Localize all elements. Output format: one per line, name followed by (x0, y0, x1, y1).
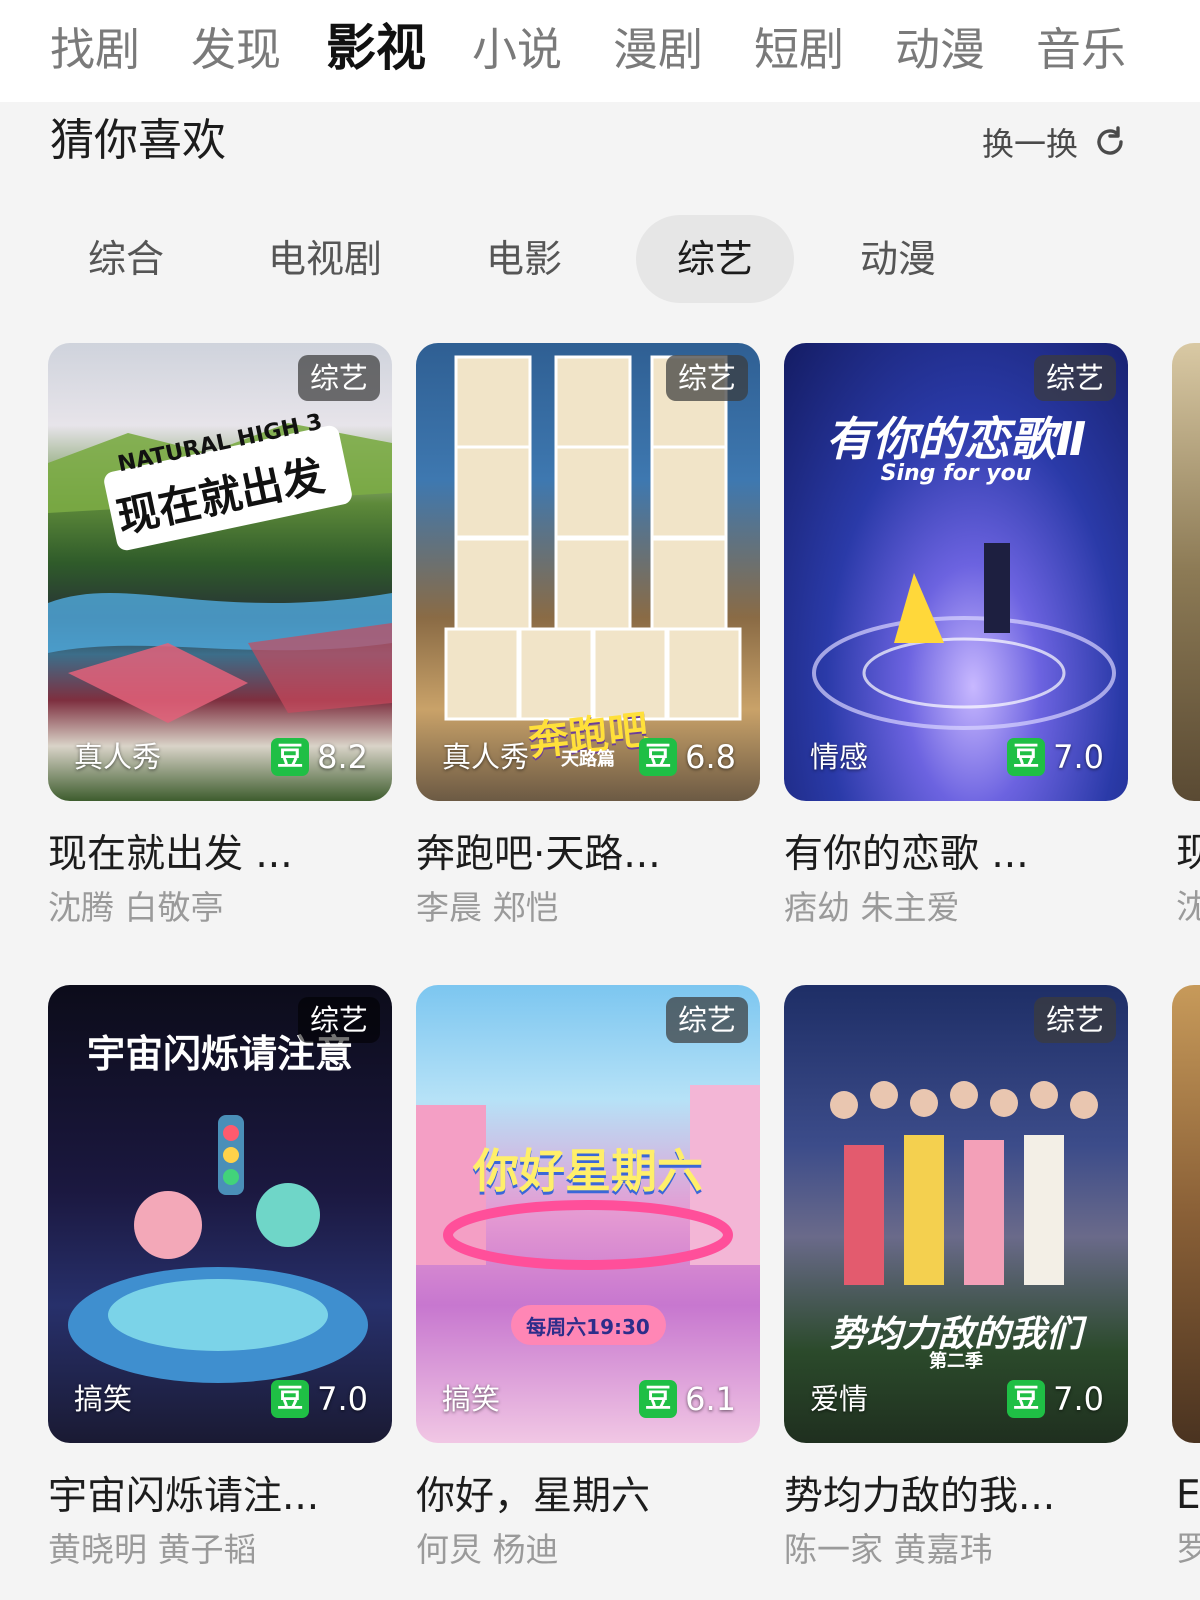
show-title: 奔跑吧·天路... (416, 832, 661, 877)
score-value: 7.0 (1053, 738, 1104, 776)
show-cast: 陈一家 黄嘉玮 (784, 1530, 993, 1569)
score-value: 6.1 (685, 1380, 736, 1418)
next-card-peek[interactable] (1172, 343, 1200, 801)
genre-label: 搞笑 (74, 1382, 133, 1416)
tab-movies-tv[interactable]: 影视 (326, 18, 426, 78)
score-value: 7.0 (1053, 1380, 1104, 1418)
category-all[interactable]: 综合 (66, 215, 186, 303)
category-tag: 综艺 (1033, 997, 1116, 1043)
tab-novels[interactable]: 小说 (472, 20, 562, 80)
show-card[interactable]: 有你的恋歌Ⅱ Sing for you 综艺 情感 豆 7.0 有你的恋歌 ..… (784, 343, 1128, 931)
poster-subtitle: Sing for you (880, 461, 1032, 486)
show-card[interactable]: 奔跑吧 天路篇 综艺 真人秀 豆 6.8 奔跑吧·天路... 李晨 郑恺 (416, 343, 760, 931)
show-cast: 沈腾 白敬亭 (48, 888, 224, 927)
category-tag: 综艺 (297, 997, 380, 1043)
tab-anime[interactable]: 动漫 (895, 20, 985, 80)
douban-score: 豆 6.8 (639, 737, 736, 777)
refresh-icon (1092, 124, 1128, 160)
poster-artwork (830, 1081, 1098, 1285)
douban-icon: 豆 (1007, 738, 1046, 776)
poster-subtitle: 第二季 (929, 1351, 983, 1372)
poster-image: 你好星期六 每周六19:30 综艺 搞笑 豆 6.1 (416, 985, 760, 1443)
genre-label: 爱情 (810, 1382, 869, 1416)
poster-title: 有你的恋歌Ⅱ (825, 412, 1087, 466)
genre-label: 真人秀 (442, 740, 530, 774)
show-cast: 痞幼 朱主爱 (784, 888, 960, 927)
category-anime[interactable]: 动漫 (838, 215, 958, 303)
poster-image: 现在就出发 NATURAL HIGH 3 综艺 真人秀 豆 8.2 (48, 343, 392, 801)
show-card[interactable]: 现在就出发 NATURAL HIGH 3 综艺 真人秀 豆 8.2 现在就出发 … (48, 343, 392, 931)
score-value: 6.8 (685, 738, 736, 776)
poster-title: 你好星期六 (473, 1144, 703, 1198)
poster-image: 奔跑吧 天路篇 综艺 真人秀 豆 6.8 (416, 343, 760, 801)
douban-icon: 豆 (639, 1380, 678, 1418)
poster-artwork (416, 1085, 760, 1345)
peek-title: E (1176, 1473, 1200, 1518)
poster-subtitle: 每周六19:30 (526, 1315, 650, 1339)
category-tag: 综艺 (297, 355, 380, 401)
section-title: 猜你喜欢 (50, 115, 226, 166)
tab-music[interactable]: 音乐 (1036, 20, 1126, 80)
douban-score: 豆 7.0 (1007, 1379, 1104, 1419)
tab-comic-drama[interactable]: 漫剧 (613, 20, 703, 80)
show-title: 宇宙闪烁请注... (48, 1474, 320, 1519)
show-card[interactable]: 你好星期六 每周六19:30 综艺 搞笑 豆 6.1 你好，星期六 何炅 杨迪 (416, 985, 760, 1573)
score-value: 8.2 (317, 738, 368, 776)
douban-score: 豆 7.0 (1007, 737, 1104, 777)
douban-icon: 豆 (1007, 1380, 1046, 1418)
poster-image: 有你的恋歌Ⅱ Sing for you 综艺 情感 豆 7.0 (784, 343, 1128, 801)
douban-score: 豆 7.0 (271, 1379, 368, 1419)
douban-icon: 豆 (639, 738, 678, 776)
peek-cast: 沈 (1176, 887, 1200, 926)
next-card-peek[interactable] (1172, 985, 1200, 1443)
tab-find-drama[interactable]: 找剧 (50, 20, 140, 80)
show-title: 势均力敌的我... (784, 1474, 1056, 1519)
category-tv-series[interactable]: 电视剧 (250, 215, 400, 303)
genre-label: 搞笑 (442, 1382, 501, 1416)
category-tag: 综艺 (665, 355, 748, 401)
douban-score: 豆 8.2 (271, 737, 368, 777)
category-variety[interactable]: 综艺 (636, 215, 794, 303)
category-tag: 综艺 (1033, 355, 1116, 401)
refresh-button[interactable]: 换一换 (982, 120, 1128, 164)
tab-discover[interactable]: 发现 (191, 20, 281, 80)
douban-icon: 豆 (271, 1380, 310, 1418)
show-cast: 李晨 郑恺 (416, 888, 559, 927)
show-card[interactable]: 势均力敌的我们 第二季 综艺 爱情 豆 7.0 势均力敌的我... 陈一家 黄嘉… (784, 985, 1128, 1573)
genre-label: 情感 (810, 740, 869, 774)
show-card[interactable]: 宇宙闪烁请注意 综艺 搞笑 豆 7.0 宇宙闪烁请注... 黄晓明 黄子韬 (48, 985, 392, 1573)
poster-image: 宇宙闪烁请注意 综艺 搞笑 豆 7.0 (48, 985, 392, 1443)
top-nav: 找剧 发现 影视 小说 漫剧 短剧 动漫 音乐 (0, 0, 1200, 102)
peek-title: 现 (1176, 831, 1200, 876)
poster-image: 势均力敌的我们 第二季 综艺 爱情 豆 7.0 (784, 985, 1128, 1443)
show-title: 有你的恋歌 ... (784, 832, 1029, 877)
refresh-label: 换一换 (981, 125, 1078, 163)
category-movies[interactable]: 电影 (464, 215, 584, 303)
category-tag: 综艺 (665, 997, 748, 1043)
tab-short-drama[interactable]: 短剧 (754, 20, 844, 80)
show-cast: 黄晓明 黄子韬 (48, 1530, 257, 1569)
douban-score: 豆 6.1 (639, 1379, 736, 1419)
show-title: 现在就出发 ... (48, 832, 293, 877)
show-title: 你好，星期六 (416, 1474, 651, 1519)
peek-cast: 罗 (1176, 1529, 1200, 1568)
douban-icon: 豆 (271, 738, 310, 776)
genre-label: 真人秀 (74, 740, 162, 774)
show-cast: 何炅 杨迪 (416, 1530, 559, 1569)
score-value: 7.0 (317, 1380, 368, 1418)
